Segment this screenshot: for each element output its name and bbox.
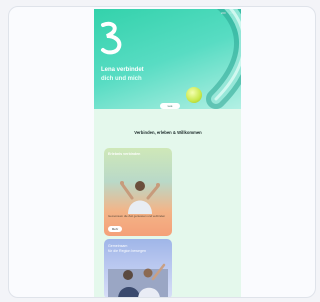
card-photo-image	[120, 181, 160, 214]
card-photo-image	[108, 263, 168, 297]
card-label-line: für die Region bewegen	[108, 248, 146, 253]
phone-page: Lena verbindet dich und mich Los Verbind…	[94, 9, 241, 297]
hero-title: Lena verbindet	[101, 67, 144, 73]
section-title: Verbinden, erleben & Willkommen	[134, 130, 202, 135]
hero-banner: Lena verbindet dich und mich Los	[94, 9, 241, 109]
card-description: Gemeinsam die Zeit geniessen und verbind…	[108, 214, 166, 218]
community-card[interactable]: Gemeinsam für die Region bewegen	[104, 239, 172, 297]
card-label: Gemeinsam für die Region bewegen	[108, 244, 168, 253]
tennis-ball-icon	[186, 87, 202, 103]
hero-subtitle: dich und mich	[101, 76, 142, 82]
preview-frame: Lena verbindet dich und mich Los Verbind…	[8, 6, 316, 298]
hero-cta-button[interactable]: Los	[160, 103, 180, 109]
experience-card[interactable]: Erlebnis verbinden Gemeinsam die Zeit ge…	[104, 148, 172, 236]
brand-logo-icon	[101, 21, 122, 55]
card-label: Erlebnis verbinden	[108, 152, 141, 156]
card-more-button[interactable]: Mehr	[108, 226, 122, 232]
